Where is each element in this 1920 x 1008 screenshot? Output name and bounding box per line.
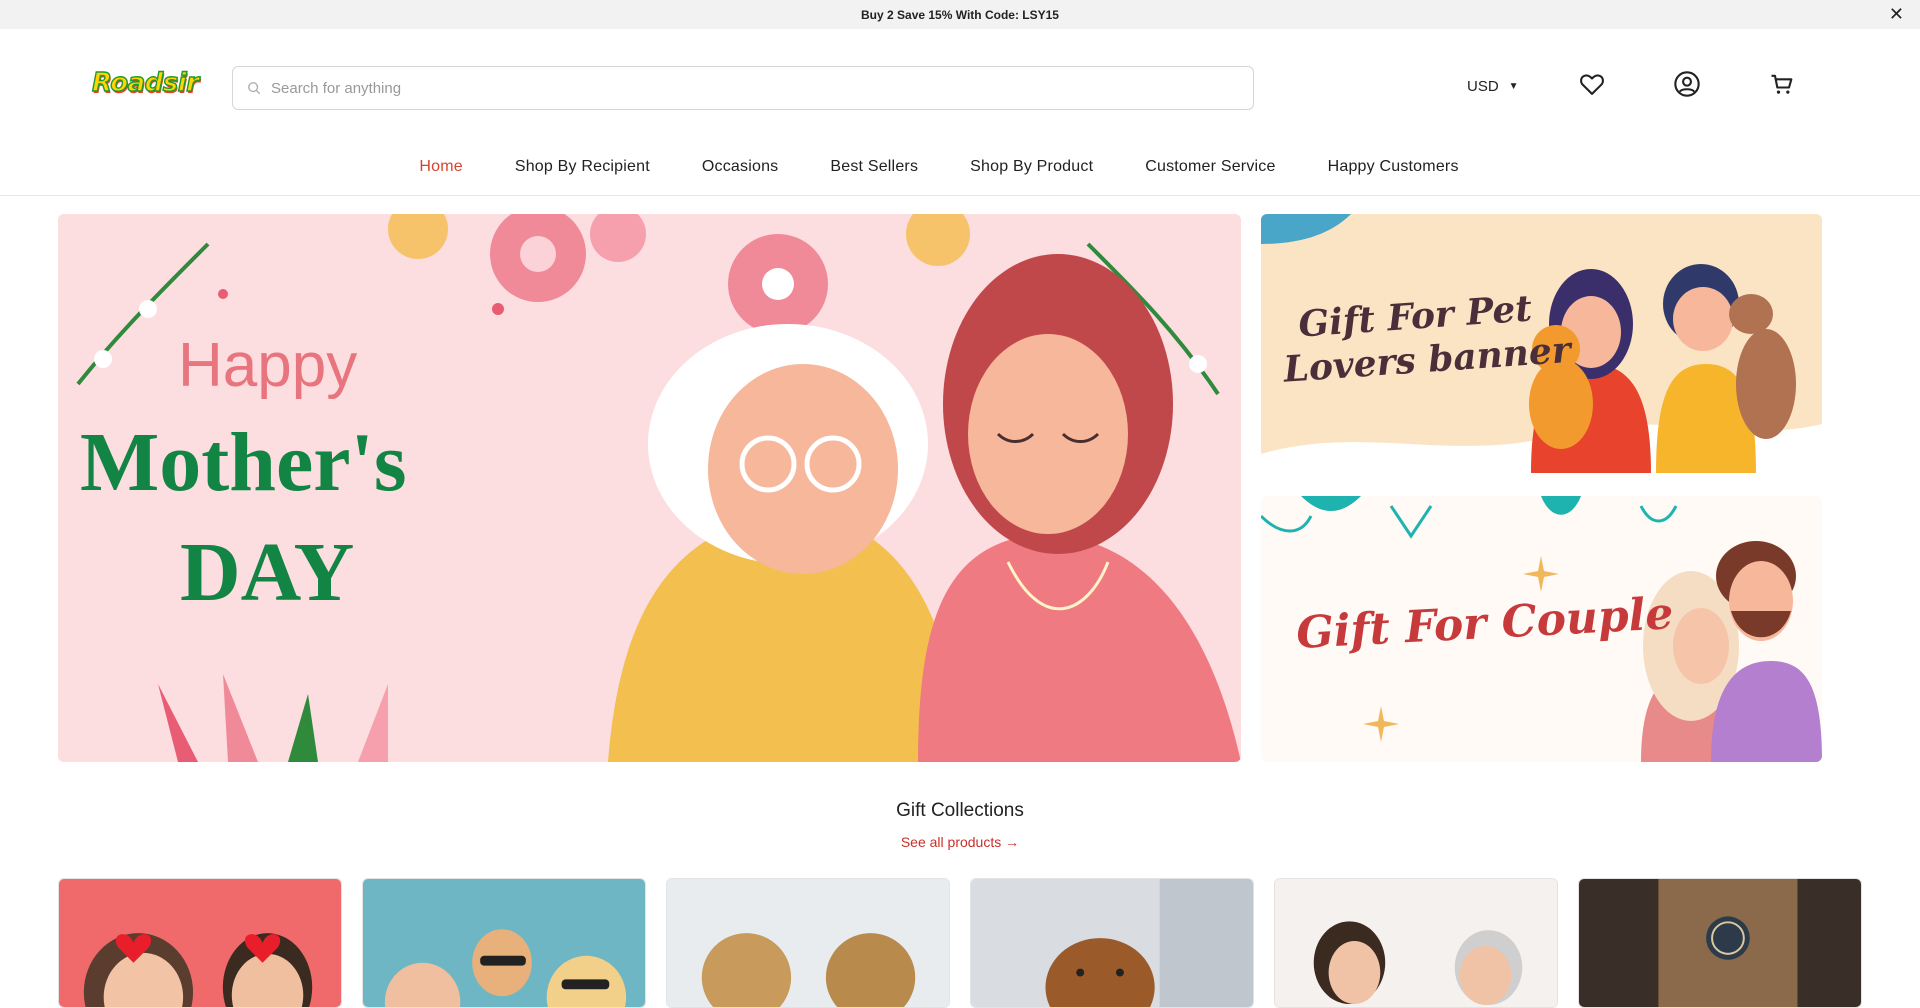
collection-card-couple[interactable] (58, 878, 342, 1008)
home-products-photo (1579, 879, 1861, 1007)
currency-value: USD (1467, 78, 1499, 95)
kids-photo (667, 879, 949, 1007)
nav-item-happy-customers[interactable]: Happy Customers (1302, 148, 1485, 186)
announcement-bar: Buy 2 Save 15% With Code: LSY15 ✕ (0, 0, 1920, 29)
collection-card-family[interactable] (362, 878, 646, 1008)
currency-selector[interactable]: USD ▼ (1467, 78, 1519, 95)
pet-lovers-banner[interactable]: Gift For Pet Lovers banner (1261, 214, 1822, 473)
mothers-day-banner[interactable]: Happy Mother's DAY (58, 214, 1241, 762)
nav-item-shop-by-product[interactable]: Shop By Product (944, 148, 1119, 186)
nav-item-shop-by-recipient[interactable]: Shop By Recipient (489, 148, 676, 186)
see-all-products-link[interactable]: See all products → (0, 834, 1920, 850)
nav-item-best-sellers[interactable]: Best Sellers (804, 148, 944, 186)
nav-item-home[interactable]: Home (393, 148, 488, 186)
heart-icon[interactable] (1578, 70, 1606, 98)
logo[interactable]: Roadsir (91, 67, 199, 98)
pets-photo (971, 879, 1253, 1007)
collection-card-kids[interactable] (666, 878, 950, 1008)
nav-item-customer-service[interactable]: Customer Service (1119, 148, 1301, 186)
collection-cards (58, 878, 1862, 1008)
account-icon[interactable] (1673, 70, 1701, 98)
close-icon[interactable]: ✕ (1889, 4, 1904, 24)
mother-photo (1275, 879, 1557, 1007)
main-nav: Home Shop By Recipient Occasions Best Se… (0, 148, 1920, 196)
search-input[interactable] (271, 79, 1171, 97)
couple-photo (59, 879, 341, 1007)
nav-item-occasions[interactable]: Occasions (676, 148, 805, 186)
search-icon (248, 82, 261, 95)
banner-happy-text: Happy (178, 331, 358, 400)
family-photo (363, 879, 645, 1007)
announcement-text: Buy 2 Save 15% With Code: LSY15 (861, 7, 1059, 22)
couple-banner[interactable]: Gift For Couple (1261, 496, 1822, 762)
collection-card-mother[interactable] (1274, 878, 1558, 1008)
banner-day-text: DAY (180, 526, 355, 619)
search-bar[interactable] (232, 66, 1254, 110)
banner-mothers-text: Mother's (80, 416, 407, 509)
collection-card-pets[interactable] (970, 878, 1254, 1008)
collection-card-home[interactable] (1578, 878, 1862, 1008)
section-title: Gift Collections (896, 800, 1024, 821)
cart-icon[interactable] (1768, 70, 1796, 98)
chevron-down-icon: ▼ (1508, 81, 1519, 92)
